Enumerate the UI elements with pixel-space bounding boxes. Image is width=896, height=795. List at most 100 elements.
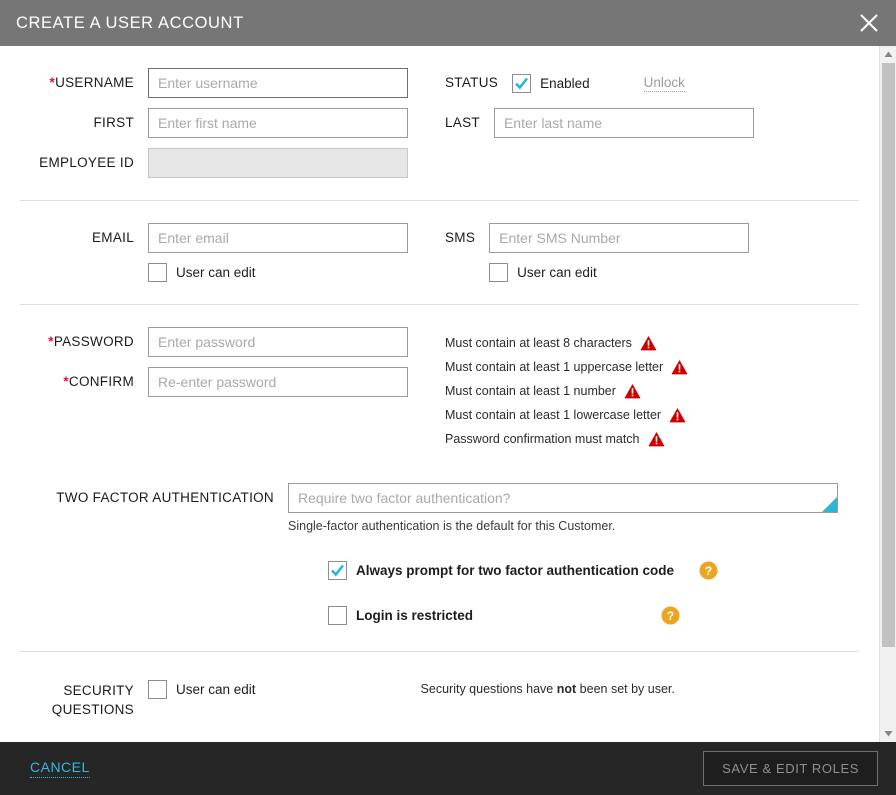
email-user-can-edit-row: User can edit bbox=[148, 263, 408, 282]
dialog-body: *USERNAME STATUS Enabled Unlock bbox=[0, 46, 896, 742]
security-questions-status-note: Security questions have not been set by … bbox=[421, 676, 675, 696]
scrollbar-thumb[interactable] bbox=[882, 63, 895, 647]
password-rule: Must contain at least 1 uppercase letter bbox=[445, 355, 859, 379]
two-factor-controls: Require two factor authentication? Yes N… bbox=[288, 483, 838, 533]
close-icon[interactable] bbox=[854, 8, 884, 38]
scroll-up-arrow-icon[interactable] bbox=[880, 46, 896, 63]
login-restricted-checkbox[interactable] bbox=[328, 606, 347, 625]
status-enabled-label: Enabled bbox=[540, 76, 590, 91]
password-rule-text: Password confirmation must match bbox=[445, 432, 640, 446]
scroll-down-arrow-icon[interactable] bbox=[880, 725, 896, 742]
password-input[interactable] bbox=[148, 327, 408, 357]
password-row: *PASSWORD bbox=[20, 327, 445, 357]
form-scroll-area: *USERNAME STATUS Enabled Unlock bbox=[0, 46, 879, 742]
sms-user-can-edit-checkbox[interactable] bbox=[489, 263, 508, 282]
save-and-edit-roles-button[interactable]: SAVE & EDIT ROLES bbox=[703, 751, 878, 786]
sms-input[interactable] bbox=[489, 223, 749, 253]
first-name-field-group: FIRST bbox=[20, 108, 445, 138]
email-user-can-edit-checkbox[interactable] bbox=[148, 263, 167, 282]
identity-section: *USERNAME STATUS Enabled Unlock bbox=[0, 46, 879, 178]
two-factor-label: TWO FACTOR AUTHENTICATION bbox=[20, 483, 288, 513]
warning-icon bbox=[671, 359, 688, 375]
sms-user-can-edit-row: User can edit bbox=[489, 263, 749, 282]
password-rule: Password confirmation must match bbox=[445, 427, 859, 451]
unlock-link[interactable]: Unlock bbox=[644, 75, 685, 92]
email-input[interactable] bbox=[148, 223, 408, 253]
cancel-button[interactable]: CANCEL bbox=[30, 759, 90, 778]
row-first-last: FIRST LAST bbox=[20, 108, 859, 138]
employee-id-label: EMPLOYEE ID bbox=[20, 148, 148, 178]
note-prefix: Security questions have bbox=[421, 682, 557, 696]
first-name-input[interactable] bbox=[148, 108, 408, 138]
password-rule: Must contain at least 8 characters bbox=[445, 331, 859, 355]
warning-icon bbox=[669, 407, 686, 423]
password-section: *PASSWORD *CONFIRM Must contain at least… bbox=[0, 305, 879, 625]
password-rules-list: Must contain at least 8 characters Must … bbox=[445, 327, 859, 451]
password-rule-text: Must contain at least 1 uppercase letter bbox=[445, 360, 663, 374]
page-title: CREATE A USER ACCOUNT bbox=[16, 14, 244, 33]
password-rule: Must contain at least 1 lowercase letter bbox=[445, 403, 859, 427]
status-enabled-row: Enabled Unlock bbox=[512, 68, 685, 98]
confirm-password-label: *CONFIRM bbox=[20, 367, 148, 397]
confirm-password-input[interactable] bbox=[148, 367, 408, 397]
sms-inputs: User can edit bbox=[489, 223, 749, 282]
create-user-account-dialog: CREATE A USER ACCOUNT *USERNAME bbox=[0, 0, 896, 795]
dialog-footer: CANCEL SAVE & EDIT ROLES bbox=[0, 742, 896, 795]
last-name-input[interactable] bbox=[494, 108, 754, 138]
security-user-can-edit-checkbox[interactable] bbox=[148, 680, 167, 699]
last-name-field-group: LAST bbox=[445, 108, 859, 138]
first-name-label: FIRST bbox=[20, 108, 148, 138]
security-user-can-edit-label: User can edit bbox=[176, 682, 256, 697]
username-label: *USERNAME bbox=[20, 68, 148, 98]
note-suffix: been set by user. bbox=[576, 682, 675, 696]
password-label: *PASSWORD bbox=[20, 327, 148, 357]
login-restricted-label: Login is restricted bbox=[356, 608, 473, 623]
password-rule-text: Must contain at least 1 lowercase letter bbox=[445, 408, 661, 422]
status-enabled-checkbox[interactable] bbox=[512, 74, 531, 93]
employee-id-field-group: EMPLOYEE ID bbox=[20, 148, 445, 178]
two-factor-helper-text: Single-factor authentication is the defa… bbox=[288, 519, 838, 533]
security-questions-label-line2: QUESTIONS bbox=[20, 700, 134, 719]
row-employee-id: EMPLOYEE ID bbox=[20, 148, 859, 178]
password-rule-text: Must contain at least 1 number bbox=[445, 384, 616, 398]
always-prompt-checkbox[interactable] bbox=[328, 561, 347, 580]
email-user-can-edit-label: User can edit bbox=[176, 265, 256, 280]
scrollbar-track[interactable] bbox=[880, 63, 896, 742]
warning-icon bbox=[624, 383, 641, 399]
vertical-scrollbar[interactable] bbox=[879, 46, 896, 742]
status-label: STATUS bbox=[445, 68, 512, 98]
two-factor-select-wrap: Require two factor authentication? Yes N… bbox=[288, 483, 838, 513]
username-input[interactable] bbox=[148, 68, 408, 98]
always-prompt-row: Always prompt for two factor authenticat… bbox=[328, 561, 718, 580]
row-two-factor: TWO FACTOR AUTHENTICATION Require two fa… bbox=[20, 483, 859, 533]
sms-user-can-edit-label: User can edit bbox=[517, 265, 597, 280]
row-username-status: *USERNAME STATUS Enabled Unlock bbox=[20, 68, 859, 98]
row-security-questions: SECURITY QUESTIONS User can edit Securit… bbox=[20, 676, 859, 719]
email-inputs: User can edit bbox=[148, 223, 408, 282]
confirm-row: *CONFIRM bbox=[20, 367, 445, 397]
row-email-sms: EMAIL User can edit SMS bbox=[20, 223, 859, 282]
security-user-can-edit-row: User can edit bbox=[148, 676, 256, 699]
note-emphasis: not bbox=[557, 682, 576, 696]
help-icon[interactable]: ? bbox=[699, 561, 718, 580]
password-field-group: *PASSWORD *CONFIRM bbox=[20, 327, 445, 397]
row-always-prompt: Always prompt for two factor authenticat… bbox=[20, 561, 859, 580]
contact-section: EMAIL User can edit SMS bbox=[0, 201, 879, 304]
row-login-restricted: Login is restricted ? bbox=[20, 606, 859, 625]
svg-text:?: ? bbox=[667, 609, 674, 623]
login-restricted-row: Login is restricted ? bbox=[328, 606, 680, 625]
security-questions-label-line1: SECURITY bbox=[20, 681, 134, 700]
status-field-group: STATUS Enabled Unlock bbox=[445, 68, 859, 98]
security-questions-label: SECURITY QUESTIONS bbox=[20, 676, 148, 719]
warning-icon bbox=[648, 431, 665, 447]
username-field-group: *USERNAME bbox=[20, 68, 445, 98]
row-password: *PASSWORD *CONFIRM Must contain at least… bbox=[20, 327, 859, 451]
sms-label: SMS bbox=[445, 223, 489, 253]
password-rule-text: Must contain at least 8 characters bbox=[445, 336, 632, 350]
last-name-label: LAST bbox=[445, 108, 494, 138]
warning-icon bbox=[640, 335, 657, 351]
user-account-form: *USERNAME STATUS Enabled Unlock bbox=[0, 46, 879, 719]
help-icon[interactable]: ? bbox=[661, 606, 680, 625]
two-factor-select[interactable]: Require two factor authentication? Yes N… bbox=[288, 483, 838, 513]
sms-field-group: SMS User can edit bbox=[445, 223, 859, 282]
